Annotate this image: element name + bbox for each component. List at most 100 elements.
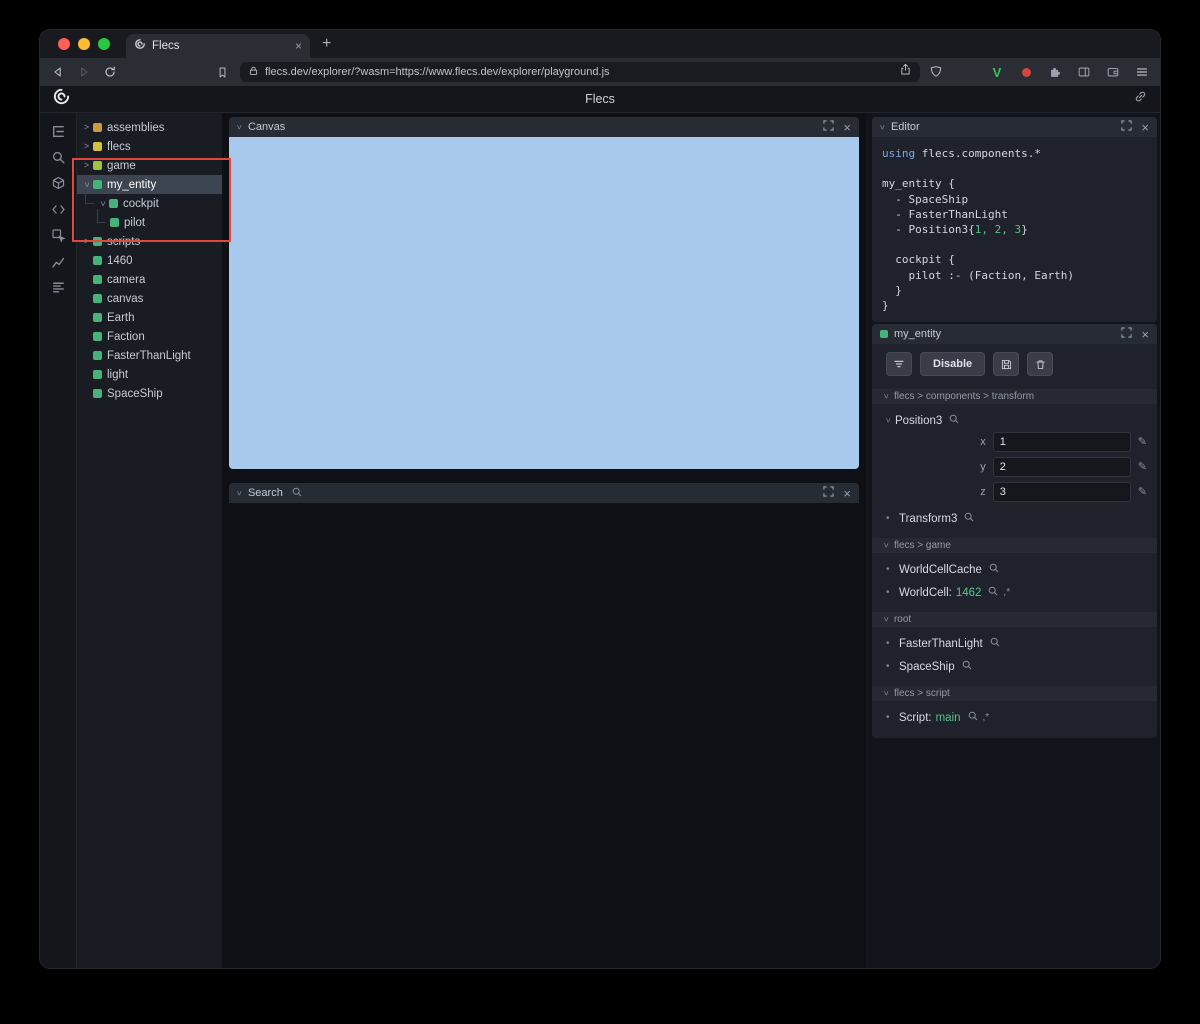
data-rows-icon[interactable] xyxy=(45,274,71,300)
code-editor[interactable]: using flecs.components.* my_entity { - S… xyxy=(872,137,1157,322)
component-script[interactable]: • Script: main ,* xyxy=(872,711,1157,724)
tree-item-game[interactable]: > game xyxy=(77,156,222,175)
tree-item-scripts[interactable]: > scripts xyxy=(77,232,222,251)
disable-button[interactable]: Disable xyxy=(920,352,986,377)
modules-cube-icon[interactable] xyxy=(45,170,71,196)
chevron-down-icon[interactable]: > xyxy=(235,491,245,496)
tree-item-label: FasterThanLight xyxy=(107,349,191,362)
extensions-puzzle-icon[interactable] xyxy=(1047,64,1063,80)
edit-pencil-icon[interactable]: ✎ xyxy=(1138,436,1147,448)
tree-item-pilot[interactable]: pilot xyxy=(77,209,222,232)
component-transform3[interactable]: • Transform3 xyxy=(872,512,1157,525)
pair-wildcard-link[interactable]: ,* xyxy=(983,712,990,723)
close-panel-icon[interactable]: × xyxy=(843,121,851,134)
search-icon[interactable] xyxy=(964,512,974,525)
close-panel-icon[interactable]: × xyxy=(1141,121,1149,134)
canvas-viewport[interactable] xyxy=(229,137,859,469)
tree-item-spaceship[interactable]: SpaceShip xyxy=(77,384,222,403)
search-icon[interactable] xyxy=(962,660,972,673)
forward-icon[interactable] xyxy=(76,64,92,80)
tree-item-faction[interactable]: Faction xyxy=(77,327,222,346)
z-value-input[interactable] xyxy=(992,482,1131,503)
tree-item-fasterthanlight[interactable]: FasterThanLight xyxy=(77,346,222,365)
search-icon[interactable] xyxy=(949,414,959,427)
new-tab-button[interactable]: + xyxy=(322,36,331,52)
y-value-input[interactable] xyxy=(992,457,1131,478)
entity-icon xyxy=(93,180,102,189)
tree-item-assemblies[interactable]: > assemblies xyxy=(77,118,222,137)
component-fasterthanlight[interactable]: • FasterThanLight xyxy=(872,637,1157,650)
search-icon[interactable] xyxy=(989,563,999,576)
browser-tab[interactable]: Flecs × xyxy=(126,34,310,58)
search-panel-header[interactable]: > Search × xyxy=(229,483,859,503)
green-v-extension-icon[interactable]: V xyxy=(989,64,1005,80)
expand-panel-icon[interactable] xyxy=(1121,118,1133,136)
chevron-down-icon[interactable]: > xyxy=(98,198,108,209)
chevron-right-icon[interactable]: > xyxy=(81,237,92,246)
inspect-cursor-icon[interactable] xyxy=(45,222,71,248)
tree-item-canvas[interactable]: canvas xyxy=(77,289,222,308)
component-spaceship[interactable]: • SpaceShip xyxy=(872,660,1157,673)
zoom-window-button[interactable] xyxy=(98,38,110,50)
code-line: - Position3{1, 2, 3} xyxy=(882,222,1147,237)
tree-item-light[interactable]: light xyxy=(77,365,222,384)
chevron-right-icon[interactable]: > xyxy=(81,161,92,170)
x-value-input[interactable] xyxy=(992,432,1131,453)
close-panel-icon[interactable]: × xyxy=(1141,328,1149,341)
close-window-button[interactable] xyxy=(58,38,70,50)
component-worldcell[interactable]: • WorldCell: 1462 ,* xyxy=(872,586,1157,599)
section-transform[interactable]: > flecs > components > transform xyxy=(872,389,1157,405)
chevron-down-icon[interactable]: > xyxy=(884,418,894,423)
tree-item-flecs[interactable]: > flecs xyxy=(77,137,222,156)
chevron-down-icon[interactable]: > xyxy=(235,125,245,130)
expand-panel-icon[interactable] xyxy=(823,118,835,136)
expand-panel-icon[interactable] xyxy=(1121,325,1133,343)
delete-button[interactable] xyxy=(1027,352,1054,377)
stats-chart-icon[interactable] xyxy=(45,248,71,274)
expand-panel-icon[interactable] xyxy=(823,484,835,502)
edit-pencil-icon[interactable]: ✎ xyxy=(1138,486,1147,498)
search-icon[interactable] xyxy=(988,586,998,599)
component-position3[interactable]: > Position3 xyxy=(872,414,1157,427)
tab-close-icon[interactable]: × xyxy=(295,39,302,53)
chevron-right-icon[interactable]: > xyxy=(81,123,92,132)
search-results-area[interactable] xyxy=(222,503,866,968)
canvas-panel-header[interactable]: > Canvas × xyxy=(229,117,859,137)
close-panel-icon[interactable]: × xyxy=(843,487,851,500)
chevron-down-icon[interactable]: > xyxy=(878,125,888,130)
edit-pencil-icon[interactable]: ✎ xyxy=(1138,461,1147,473)
share-icon[interactable] xyxy=(899,63,912,81)
tree-item-my-entity[interactable]: > my_entity xyxy=(77,175,222,194)
editor-panel-header[interactable]: > Editor × xyxy=(872,117,1157,137)
sidebar-toggle-icon[interactable] xyxy=(1076,64,1092,80)
search-icon[interactable] xyxy=(968,711,978,724)
inspector-panel-header[interactable]: my_entity × xyxy=(872,324,1157,345)
filter-button[interactable] xyxy=(886,352,912,377)
share-link-icon[interactable] xyxy=(1133,89,1148,109)
component-worldcellcache[interactable]: • WorldCellCache xyxy=(872,563,1157,576)
red-dot-extension-icon[interactable] xyxy=(1018,64,1034,80)
minimize-window-button[interactable] xyxy=(78,38,90,50)
section-script[interactable]: > flecs > script xyxy=(872,686,1157,702)
chevron-right-icon[interactable]: > xyxy=(81,142,92,151)
address-bar[interactable]: flecs.dev/explorer/?wasm=https://www.fle… xyxy=(240,62,920,82)
brave-shield-icon[interactable] xyxy=(928,64,944,80)
section-root[interactable]: > root xyxy=(872,612,1157,628)
tree-item-earth[interactable]: Earth xyxy=(77,308,222,327)
tree-item-1460[interactable]: 1460 xyxy=(77,251,222,270)
toolbar-extensions: V xyxy=(989,64,1150,80)
search-icon[interactable] xyxy=(45,144,71,170)
code-icon[interactable] xyxy=(45,196,71,222)
entity-tree-icon[interactable] xyxy=(45,118,71,144)
bookmark-icon[interactable] xyxy=(214,64,230,80)
pair-wildcard-link[interactable]: ,* xyxy=(1003,587,1010,598)
wallet-icon[interactable] xyxy=(1105,64,1121,80)
reload-icon[interactable] xyxy=(102,64,118,80)
section-game[interactable]: > flecs > game xyxy=(872,538,1157,554)
back-icon[interactable] xyxy=(50,64,66,80)
menu-icon[interactable] xyxy=(1134,64,1150,80)
tree-item-camera[interactable]: camera xyxy=(77,270,222,289)
chevron-down-icon[interactable]: > xyxy=(82,179,92,190)
search-icon[interactable] xyxy=(990,637,1000,650)
save-button[interactable] xyxy=(993,352,1020,377)
